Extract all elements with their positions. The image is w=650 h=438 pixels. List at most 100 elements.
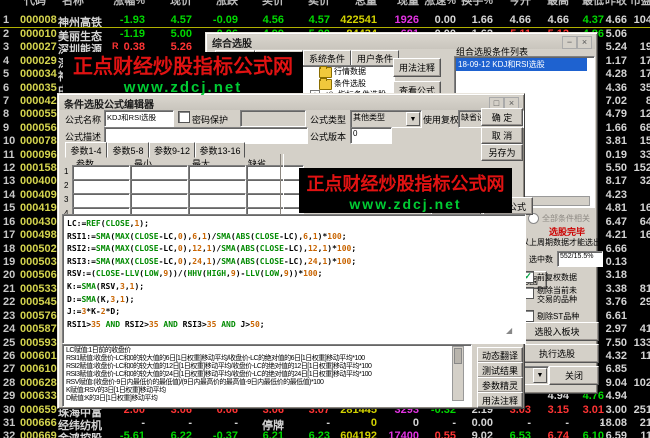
stock-value: 11 [640, 430, 650, 438]
param-input[interactable] [72, 193, 130, 208]
param-input[interactable] [130, 165, 188, 180]
adjusted-data-label: 前复权数据 [537, 272, 577, 283]
stock-value: -0.09 [213, 14, 238, 26]
param-input[interactable] [246, 179, 304, 194]
stock-value: - [527, 417, 531, 429]
stock-value: 3.01 [583, 404, 604, 416]
stock-value: 4.66 [548, 14, 569, 26]
param-input[interactable] [246, 165, 304, 180]
stock-value: 6.10 [583, 430, 604, 438]
stock-code: 000669 [20, 430, 57, 438]
stock-value: 4.56 [263, 14, 284, 26]
stock-value: 29 [640, 296, 650, 308]
param-tab-1-4[interactable]: 参数1-4 [65, 142, 107, 158]
stock-code: 000008 [20, 14, 57, 26]
selector-titlebar[interactable]: 综合选股 [208, 35, 595, 49]
close-icon[interactable]: × [577, 36, 592, 49]
row-index: 5 [3, 68, 9, 80]
stock-code: 000498 [20, 229, 57, 241]
watermark-url: www.zdcj.net [349, 196, 461, 212]
stock-value: 5.24 [606, 41, 627, 53]
param-input[interactable] [130, 179, 188, 194]
column-header: 名称 [62, 0, 84, 8]
password-protect-checkbox[interactable] [178, 111, 190, 123]
stock-value: 7.50 [606, 337, 627, 349]
stock-value: 6.47 [606, 216, 627, 228]
param-input[interactable] [246, 193, 304, 208]
param-tab-13-16[interactable]: 参数13-16 [195, 142, 245, 158]
stock-code: 000430 [20, 216, 57, 228]
test-result-button[interactable]: 测试结果 [477, 362, 523, 378]
watermark-url: www.zdcj.net [124, 79, 242, 96]
stock-value: 68 [640, 122, 650, 134]
chevron-down-icon[interactable]: ▼ [406, 112, 420, 126]
tree-item-market-data[interactable]: 行情数据 [334, 66, 366, 77]
stock-value: 7.02 [606, 95, 627, 107]
param-row-number: 3 [64, 195, 68, 204]
stock-value: 17 [640, 68, 650, 80]
password-protect-label: 密码保护 [192, 113, 228, 126]
stock-value: 6.53 [510, 430, 531, 438]
list-item-selected[interactable]: 18-09-12 KDJ和RSI选股 [456, 58, 587, 71]
stock-value: 9.04 [606, 377, 627, 389]
editor-titlebar[interactable]: 条件选股公式编辑器 [60, 96, 522, 110]
resize-grip-icon[interactable]: ◢ [506, 326, 515, 335]
tab-user-conditions[interactable]: 用户条件 [351, 50, 399, 66]
chevron-down-icon[interactable]: ▼ [533, 368, 547, 383]
param-tab-5-8[interactable]: 参数5-8 [107, 142, 149, 158]
dynamic-translate-button[interactable]: 动态翻译 [477, 347, 523, 363]
stock-value: 16 [640, 229, 650, 241]
stock-code: 000034 [20, 68, 57, 80]
row-index: 13 [3, 175, 15, 187]
formula-code-textarea[interactable]: LC:=REF(CLOSE,1);RSI1:=SMA(MAX(CLOSE-LC,… [62, 214, 526, 344]
close-button[interactable]: 关闭 [549, 366, 599, 385]
stock-value: 0.00 [472, 417, 493, 429]
stock-value: 4.32 [606, 350, 627, 362]
usage-note-button[interactable]: 用法注释 [393, 58, 441, 77]
row-index: 10 [3, 135, 15, 147]
select-into-block-button[interactable]: 选股入板块 [515, 322, 599, 341]
param-input[interactable] [130, 193, 188, 208]
stock-value: 1.66 [606, 122, 627, 134]
param-input[interactable] [188, 179, 246, 194]
cancel-button[interactable]: 取 消 [481, 127, 523, 144]
tab-system-conditions[interactable]: 系统条件 [303, 50, 351, 66]
stock-value: 4.66 [606, 14, 627, 26]
row-index: 14 [3, 189, 15, 201]
stock-value: - [234, 417, 238, 429]
save-as-button[interactable]: 另存为 [481, 144, 523, 161]
stock-code: 000409 [20, 189, 57, 201]
stock-value: 15 [640, 135, 650, 147]
formula-name-input[interactable]: KDJ和RSI选股 [104, 110, 174, 127]
stock-value: 17400 [388, 430, 419, 438]
stock-value: 64 [640, 216, 650, 228]
param-tab-9-12[interactable]: 参数9-12 [149, 142, 195, 158]
param-wizard-button[interactable]: 参数精灵 [477, 377, 523, 393]
row-index: 29 [3, 390, 15, 402]
stock-value: 33 [640, 149, 650, 161]
formula-type-combo[interactable]: 其他类型 ▼ [350, 110, 422, 128]
stock-value: 4.81 [606, 202, 627, 214]
param-input[interactable] [72, 179, 130, 194]
ok-button[interactable]: 确 定 [481, 108, 523, 126]
exclude-untraded-label-2: 交易的品种 [537, 294, 577, 305]
stock-value: 32 [640, 175, 650, 187]
param-input[interactable] [188, 193, 246, 208]
usage-note-button[interactable]: 用法注释 [477, 392, 523, 408]
run-selection-button[interactable]: 执行选股 [515, 344, 599, 363]
tree-item-condition-select[interactable]: 条件选股 [334, 78, 366, 89]
stock-code: 000042 [20, 95, 57, 107]
desc-line: K赋值:RSV的3日[1日权重]移动平均 [66, 387, 468, 395]
column-header: 今开 [509, 0, 531, 8]
desc-line: RSI3赋值:收盘价-LC和0的较大值的24日[1日权重]移动平均/收盘价-LC… [66, 371, 468, 379]
formula-version-input[interactable]: 0 [350, 127, 392, 144]
column-header: 最高 [547, 0, 569, 8]
watermark-badge: 正点财经炒股指标公式网 www.zdcj.net [299, 168, 512, 213]
minimize-icon[interactable]: − [562, 36, 577, 49]
desc-vscrollbar[interactable] [452, 346, 464, 401]
row-index: 25 [3, 337, 15, 349]
param-input[interactable] [188, 165, 246, 180]
code-line: RSI1:=SMA(MAX(CLOSE-LC,0),6,1)/SMA(ABS(C… [67, 231, 521, 244]
row-index: 26 [3, 350, 15, 362]
param-input[interactable] [72, 165, 130, 180]
